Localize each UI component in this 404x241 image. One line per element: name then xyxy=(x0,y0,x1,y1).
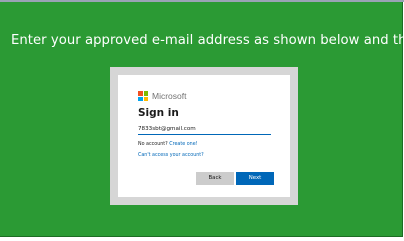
logo-square-yellow xyxy=(143,96,148,101)
logo-square-blue xyxy=(138,96,143,101)
signin-card: Microsoft Sign in No account? Create one… xyxy=(118,75,290,197)
back-button[interactable]: Back xyxy=(196,172,234,185)
cant-access-line: Can't access your account? xyxy=(138,153,204,158)
no-account-line: No account? Create one! xyxy=(138,142,198,147)
instruction-text: Enter your approved e-mail address as sh… xyxy=(11,33,404,48)
next-button[interactable]: Next xyxy=(236,172,274,185)
microsoft-logo-icon xyxy=(138,91,148,101)
brand-name: Microsoft xyxy=(152,91,187,101)
logo-square-red xyxy=(138,91,143,96)
logo-square-green xyxy=(143,91,148,96)
create-account-link[interactable]: Create one! xyxy=(169,142,197,147)
no-account-text: No account? xyxy=(138,142,168,147)
email-field[interactable] xyxy=(138,123,271,135)
microsoft-logo: Microsoft xyxy=(138,91,186,101)
top-divider xyxy=(0,0,404,2)
signin-title: Sign in xyxy=(138,107,179,119)
page-root: Enter your approved e-mail address as sh… xyxy=(0,0,404,241)
cant-access-link[interactable]: Can't access your account? xyxy=(138,153,204,158)
